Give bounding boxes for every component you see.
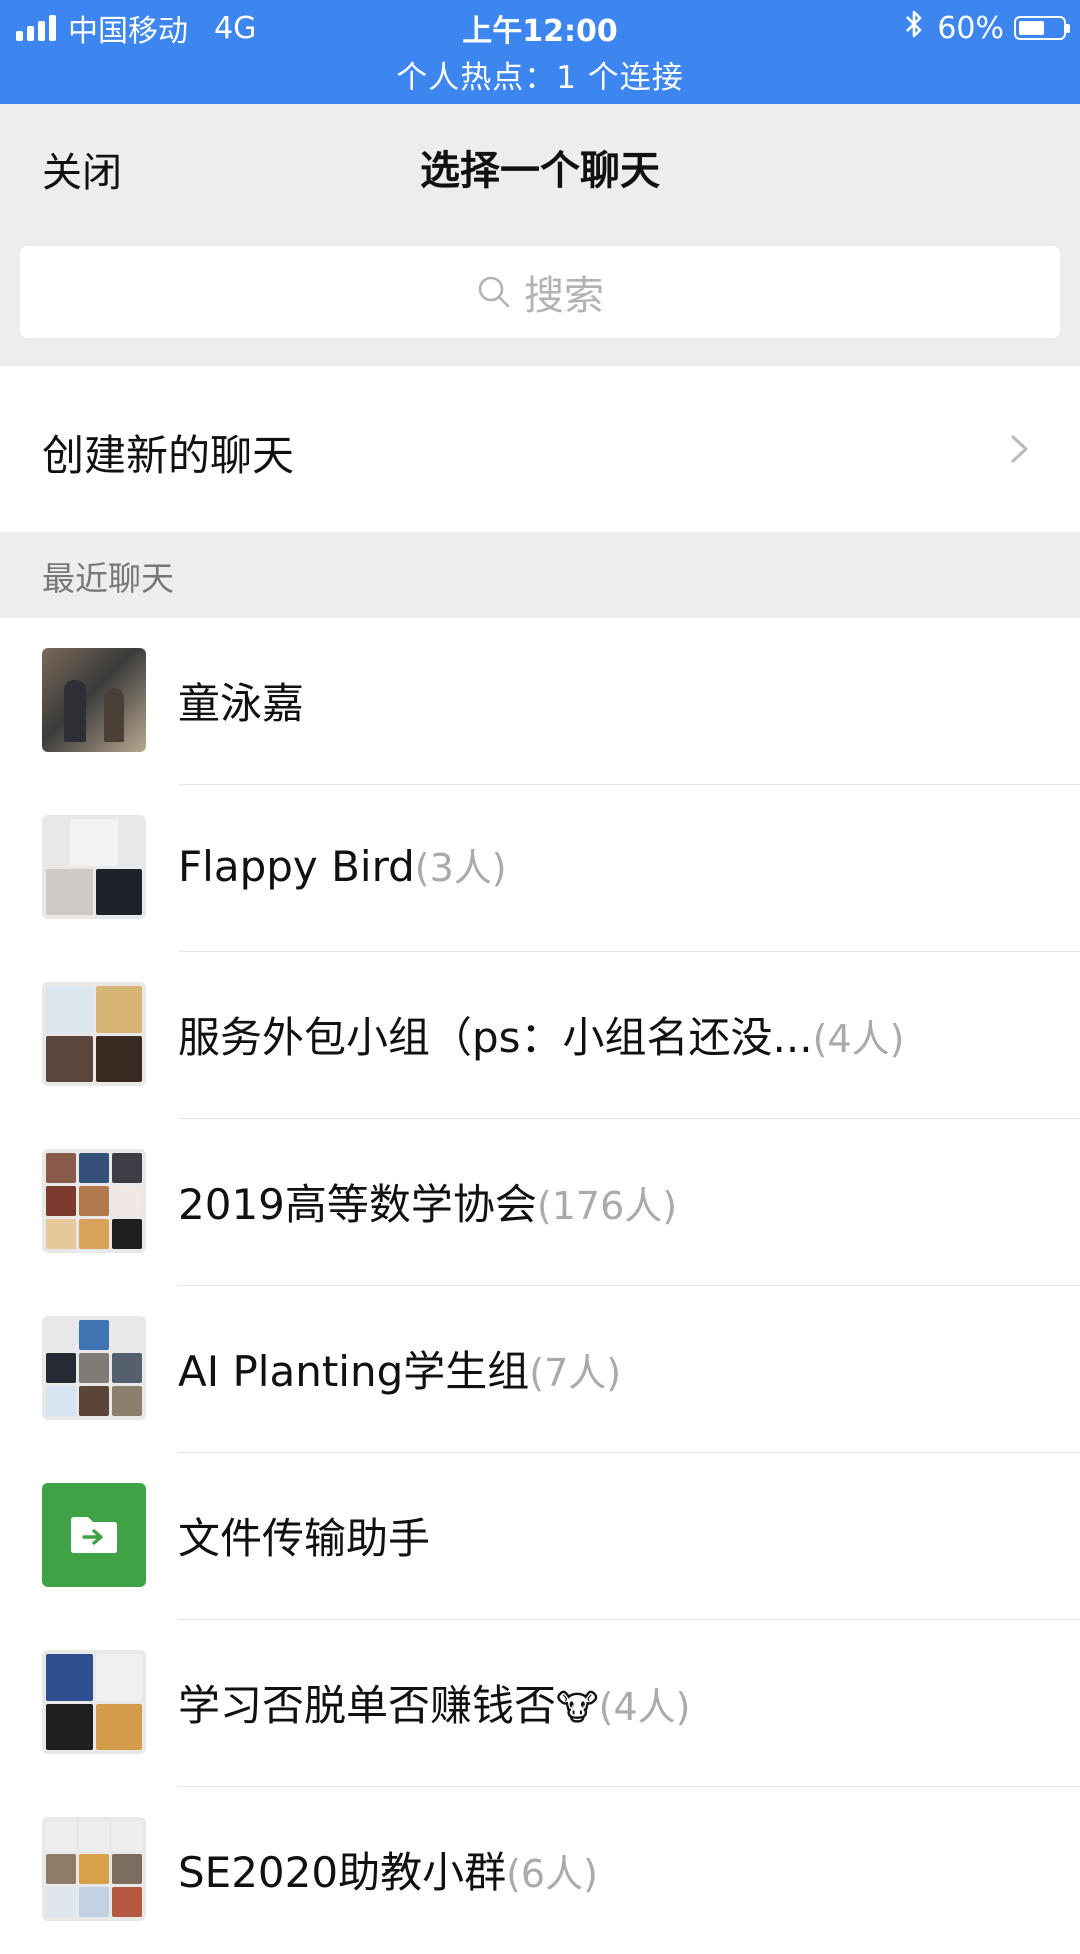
group-avatar: [42, 1316, 146, 1420]
chat-name: 童泳嘉: [178, 679, 305, 728]
recent-chats-header: 最近聊天: [0, 532, 1080, 618]
group-avatar: [42, 1149, 146, 1253]
chat-row[interactable]: SE2020助教小群(6人): [0, 1787, 1080, 1954]
group-avatar: [42, 1650, 146, 1754]
group-avatar: [42, 982, 146, 1086]
status-bar: 中国移动 4G 上午12:00 60% 个人热点：1 个连接: [0, 0, 1080, 104]
chat-row[interactable]: Flappy Bird(3人): [0, 785, 1080, 952]
group-avatar: [42, 815, 146, 919]
chat-name: 2019高等数学协会(176人): [178, 1180, 678, 1229]
chat-name: Flappy Bird(3人): [178, 842, 507, 891]
search-input[interactable]: 搜索: [20, 246, 1060, 338]
hotspot-banner[interactable]: 个人热点：1 个连接: [0, 52, 1080, 97]
avatar: [42, 648, 146, 752]
file-transfer-icon: [42, 1483, 146, 1587]
battery-level: [1019, 21, 1044, 35]
chat-name: 学习否脱单否赚钱否🐮(4人): [178, 1681, 691, 1730]
chevron-right-icon: [1011, 435, 1028, 463]
chat-name: SE2020助教小群(6人): [178, 1848, 598, 1897]
page-title: 选择一个聊天: [420, 148, 660, 194]
status-right: 60%: [903, 8, 1070, 48]
chat-row[interactable]: 文件传输助手: [0, 1453, 1080, 1620]
battery-percent: 60%: [937, 10, 1004, 46]
chat-name: 服务外包小组（ps：小组名还没...(4人): [178, 1013, 905, 1062]
chat-row[interactable]: 2019高等数学协会(176人): [0, 1119, 1080, 1286]
search-icon: [478, 276, 510, 308]
recent-chats-label: 最近聊天: [42, 559, 174, 598]
nav-bar: 关闭 选择一个聊天: [0, 104, 1080, 224]
battery-icon: [1014, 16, 1070, 40]
chat-name: AI Planting学生组(7人): [178, 1347, 622, 1396]
chat-list: 童泳嘉 Flappy Bird(3人) 服务外包小组（ps：小组名还没...(4…: [0, 618, 1080, 1954]
chat-row[interactable]: 服务外包小组（ps：小组名还没...(4人): [0, 952, 1080, 1119]
chat-row[interactable]: AI Planting学生组(7人): [0, 1286, 1080, 1453]
bluetooth-icon: [903, 9, 925, 47]
search-placeholder: 搜索: [524, 273, 604, 319]
chat-row[interactable]: 童泳嘉: [0, 618, 1080, 785]
group-avatar: [42, 1817, 146, 1921]
create-new-chat-row[interactable]: 创建新的聊天: [0, 366, 1080, 532]
chat-row[interactable]: 学习否脱单否赚钱否🐮(4人): [0, 1620, 1080, 1787]
chat-name: 文件传输助手: [178, 1514, 431, 1563]
search-bar: 搜索: [0, 224, 1080, 366]
cow-emoji: 🐮: [556, 1688, 599, 1729]
create-new-chat-label: 创建新的聊天: [42, 431, 295, 480]
